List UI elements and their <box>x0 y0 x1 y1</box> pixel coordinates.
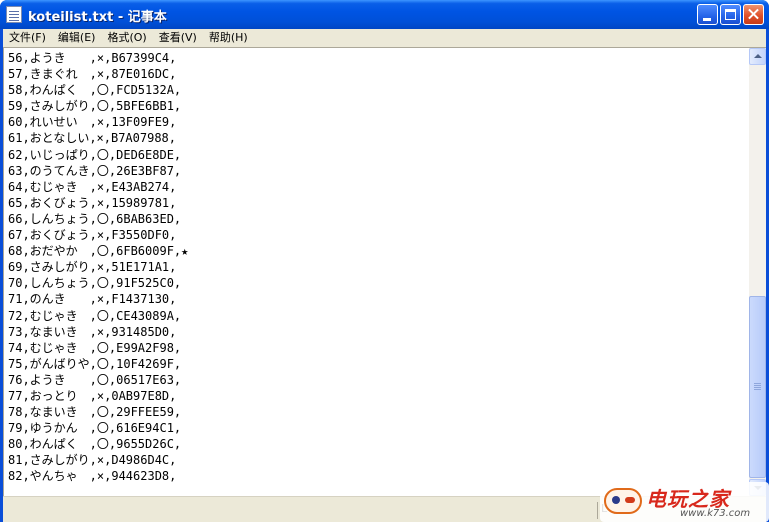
text-line: 66,しんちょう,〇,6BAB63ED, <box>8 211 182 226</box>
text-line: 64,むじゃき ,×,E43AB274, <box>8 179 177 194</box>
scroll-thumb[interactable] <box>749 296 766 478</box>
text-line: 70,しんちょう,〇,91F525C0, <box>8 276 182 291</box>
minimize-icon <box>703 18 711 21</box>
menu-format[interactable]: 格式(O) <box>101 29 152 47</box>
text-line: 60,れいせい ,×,13F09FE9, <box>8 115 177 130</box>
maximize-button[interactable] <box>720 4 741 25</box>
menu-view[interactable]: 查看(V) <box>153 29 203 47</box>
text-line: 68,おだやか ,〇,6FB6009F,★ <box>8 244 189 259</box>
text-line: 62,いじっぱり,〇,DED6E8DE, <box>8 147 182 162</box>
scroll-up-button[interactable] <box>749 48 766 65</box>
text-line: 80,わんぱく ,〇,9655D26C, <box>8 437 182 452</box>
text-line: 75,がんばりや,〇,10F4269F, <box>8 356 182 371</box>
text-line: 72,むじゃき ,〇,CE43089A, <box>8 308 182 323</box>
text-line: 58,わんぱく ,〇,FCD5132A, <box>8 83 182 98</box>
text-line: 76,ようき ,〇,06517E63, <box>8 372 182 387</box>
text-line: 67,おくびょう,×,F3550DF0, <box>8 228 177 243</box>
text-line: 71,のんき ,×,F1437130, <box>8 292 177 307</box>
menu-help[interactable]: 帮助(H) <box>203 29 254 47</box>
menu-edit[interactable]: 编辑(E) <box>52 29 102 47</box>
text-line: 65,おくびょう,×,15989781, <box>8 195 177 210</box>
title-bar[interactable]: koteilist.txt - 记事本 <box>0 0 769 29</box>
menu-bar: 文件(F) 编辑(E) 格式(O) 查看(V) 帮助(H) <box>3 29 766 47</box>
text-line: 74,むじゃき ,〇,E99A2F98, <box>8 340 182 355</box>
text-line: 78,なまいき ,〇,29FFEE59, <box>8 405 182 420</box>
text-line: 79,ゆうかん ,〇,616E94C1, <box>8 421 182 436</box>
window-title: koteilist.txt - 记事本 <box>28 10 167 25</box>
gamepad-icon <box>604 488 642 514</box>
menu-file[interactable]: 文件(F) <box>3 29 52 47</box>
minimize-button[interactable] <box>697 4 718 25</box>
text-line: 77,おっとり ,×,0AB97E8D, <box>8 388 177 403</box>
text-content[interactable]: 56,ようき ,×,B67399C4, 57,きまぐれ ,×,87E016DC,… <box>8 50 748 495</box>
close-icon <box>744 5 763 24</box>
text-line: 61,おとなしい,×,B7A07988, <box>8 131 177 146</box>
text-editor[interactable]: 56,ようき ,×,B67399C4, 57,きまぐれ ,×,87E016DC,… <box>3 47 766 496</box>
watermark-url: www.k73.com <box>680 508 751 519</box>
vertical-scrollbar[interactable] <box>749 48 766 496</box>
notepad-window: koteilist.txt - 记事本 文件(F) 编辑(E) 格式(O) 查看… <box>0 0 769 522</box>
watermark-logo: 电玩之家 www.k73.com <box>600 482 769 522</box>
text-line: 69,さみしがり,×,51E171A1, <box>8 260 177 275</box>
text-line: 59,さみしがり,〇,5BFE6BB1, <box>8 99 182 114</box>
text-line: 81,さみしがり,×,D4986D4C, <box>8 453 177 468</box>
text-line: 63,のうてんき,〇,26E3BF87, <box>8 163 182 178</box>
text-line: 56,ようき ,×,B67399C4, <box>8 51 177 65</box>
text-line: 57,きまぐれ ,×,87E016DC, <box>8 67 177 82</box>
text-line: 73,なまいき ,×,931485D0, <box>8 324 177 339</box>
maximize-icon <box>725 9 736 20</box>
notepad-icon[interactable] <box>6 6 22 23</box>
close-button[interactable] <box>743 4 764 25</box>
